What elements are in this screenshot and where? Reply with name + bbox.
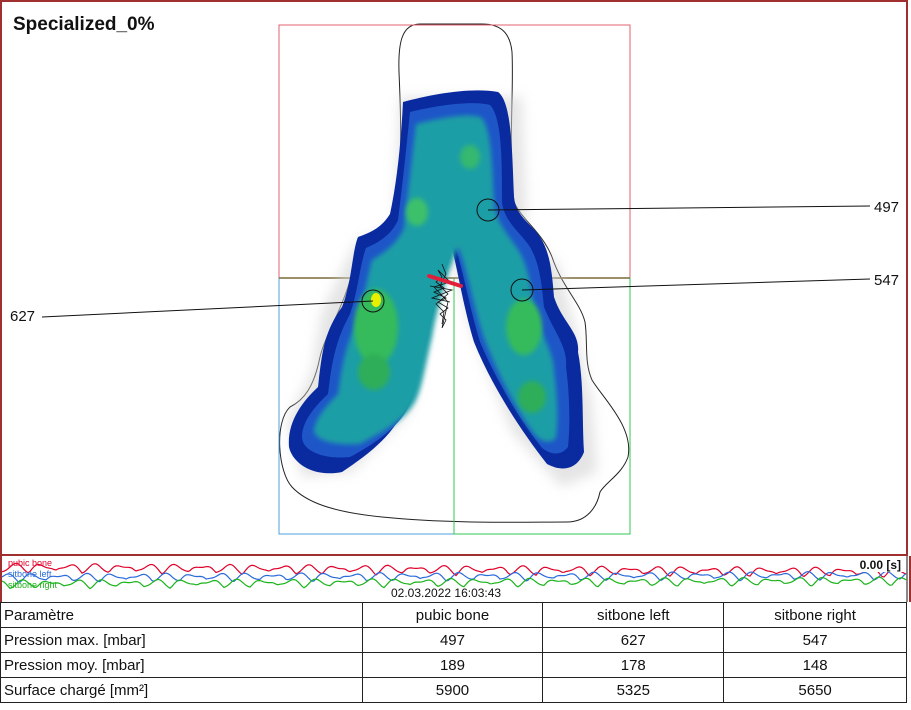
pressure-map <box>41 23 871 535</box>
table-row: Surface chargé [mm²] 5900 5325 5650 <box>0 677 907 703</box>
cell-value: 547 <box>723 627 907 653</box>
cell-value: 5650 <box>723 677 907 703</box>
legend-sitbone-right: sitbone right <box>8 580 58 590</box>
sitbone-left-value: 627 <box>10 308 36 325</box>
cell-value: 178 <box>542 652 725 678</box>
cell-value: 148 <box>723 652 907 678</box>
pressure-map-panel: Specialized_0% 497 627 547 <box>0 0 908 556</box>
row-label: Surface chargé [mm²] <box>0 677 363 703</box>
cell-value: 5900 <box>361 677 544 703</box>
pressure-hotspot <box>406 198 428 226</box>
header-sitbone-left: sitbone left <box>542 602 725 628</box>
pubic-bone-leader <box>487 205 871 211</box>
header-pubic-bone: pubic bone <box>361 602 544 628</box>
sitbone-right-value: 547 <box>874 272 900 289</box>
header-sitbone-right: sitbone right <box>723 602 907 628</box>
sitbone-right-leader <box>521 278 871 291</box>
row-label: Pression max. [mbar] <box>0 627 363 653</box>
pressure-peak <box>371 293 381 307</box>
pubic-bone-value: 497 <box>874 199 900 216</box>
pressure-hotspot <box>358 354 390 390</box>
pressure-hotspot <box>518 381 546 413</box>
cell-value: 5325 <box>542 677 725 703</box>
cell-value: 189 <box>361 652 544 678</box>
pressure-hotspot <box>460 145 480 169</box>
parameter-table: Paramètre pubic bone sitbone left sitbon… <box>0 602 907 703</box>
table-row: Pression max. [mbar] 497 627 547 <box>0 627 907 653</box>
legend-sitbone-left: sitbone left <box>8 569 52 579</box>
pressure-timeline[interactable]: pubic bone sitbone left sitbone right 0.… <box>0 556 911 602</box>
pressure-hotspot <box>506 299 542 355</box>
header-parameter: Paramètre <box>0 602 363 628</box>
cell-value: 497 <box>361 627 544 653</box>
row-label: Pression moy. [mbar] <box>0 652 363 678</box>
timeline-cursor-time: 0.00 [s] <box>857 558 903 572</box>
cell-value: 627 <box>542 627 725 653</box>
table-row: Pression moy. [mbar] 189 178 148 <box>0 652 907 678</box>
table-header-row: Paramètre pubic bone sitbone left sitbon… <box>0 602 907 628</box>
recording-timestamp: 02.03.2022 16:03:43 <box>391 586 502 600</box>
legend-pubic-bone: pubic bone <box>8 558 53 568</box>
